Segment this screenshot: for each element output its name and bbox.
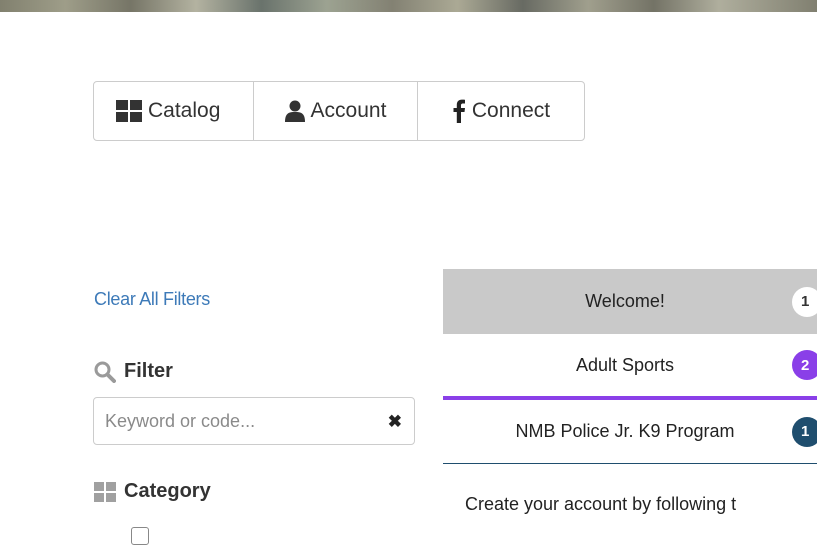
filter-input-box: ✖ (93, 397, 415, 445)
count-badge: 1 (792, 286, 817, 317)
account-button[interactable]: Account (254, 82, 418, 140)
user-icon (284, 100, 305, 122)
tab-welcome[interactable]: Welcome! 1 (443, 269, 817, 334)
account-label: Account (310, 99, 387, 122)
tab-adult-sports[interactable]: Adult Sports 2 (443, 334, 817, 400)
filter-heading-label: Filter (124, 360, 173, 382)
tab-label: Adult Sports (575, 354, 675, 375)
program-tabs: Welcome! 1 Adult Sports 2 NMB Police Jr.… (443, 269, 817, 467)
facebook-icon (452, 99, 466, 123)
tab-nmb-police-jr-k9[interactable]: NMB Police Jr. K9 Program 1 (443, 400, 817, 467)
grid-icon (116, 100, 142, 122)
filter-heading: Filter (94, 360, 173, 383)
header-banner-image (0, 0, 817, 12)
main-nav-button-group: Catalog Account Connect (93, 81, 585, 141)
grid-icon (94, 481, 116, 502)
category-heading: Category (94, 480, 211, 503)
connect-label: Connect (471, 99, 551, 122)
clear-input-icon[interactable]: ✖ (388, 412, 402, 432)
connect-button[interactable]: Connect (418, 82, 584, 140)
clear-all-filters-link[interactable]: Clear All Filters (94, 289, 210, 310)
catalog-label: Catalog (148, 99, 221, 122)
category-checkbox[interactable] (131, 527, 149, 545)
content-text: Create your account by following t (465, 494, 737, 514)
count-badge: 2 (792, 350, 817, 380)
count-badge: 1 (792, 416, 817, 447)
tab-content-panel: Create your account by following t (443, 464, 817, 534)
search-icon (94, 361, 116, 383)
tab-label: Welcome! (585, 291, 665, 311)
category-heading-label: Category (124, 480, 211, 502)
keyword-search-input[interactable] (105, 408, 375, 434)
tab-label: NMB Police Jr. K9 Program (515, 421, 735, 441)
catalog-button[interactable]: Catalog (94, 82, 254, 140)
